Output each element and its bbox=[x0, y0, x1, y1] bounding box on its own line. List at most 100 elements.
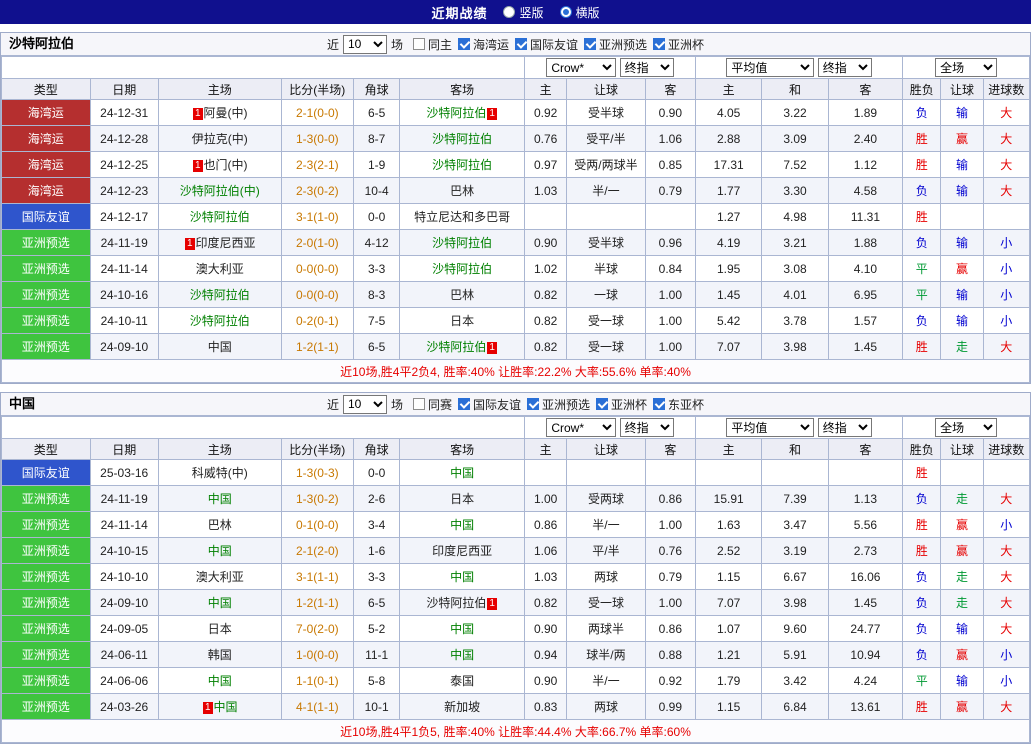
checkbox-checked-icon[interactable] bbox=[527, 398, 539, 410]
result-goals: 大 bbox=[983, 178, 1029, 204]
competition-type: 海湾运 bbox=[2, 100, 91, 126]
layout-option-horizontal[interactable]: 横版 bbox=[560, 4, 600, 21]
match-date: 24-11-14 bbox=[90, 512, 158, 538]
team-name-text: 沙特阿拉伯 bbox=[432, 158, 492, 172]
competition-type: 海湾运 bbox=[2, 178, 91, 204]
match-row: 亚洲预选24-09-05日本7-0(2-0)5-2中国0.90两球半0.861.… bbox=[2, 616, 1030, 642]
away-team: 日本 bbox=[400, 308, 525, 334]
filter-checkbox-国际友谊[interactable]: 国际友谊 bbox=[515, 36, 578, 53]
home-team: 沙特阿拉伯(中) bbox=[158, 178, 281, 204]
filter-checkbox-同赛[interactable]: 同赛 bbox=[413, 396, 452, 413]
col-result-wdl: 胜负 bbox=[903, 439, 941, 460]
match-scope-select[interactable]: 全场 bbox=[935, 58, 997, 77]
filter-checkbox-国际友谊[interactable]: 国际友谊 bbox=[458, 396, 521, 413]
away-team: 沙特阿拉伯 bbox=[400, 256, 525, 282]
corner-count: 0-0 bbox=[354, 204, 400, 230]
away-team: 沙特阿拉伯 bbox=[400, 126, 525, 152]
checkbox-unchecked-icon[interactable] bbox=[413, 398, 425, 410]
checkbox-checked-icon[interactable] bbox=[584, 38, 596, 50]
team-name-text: 中国 bbox=[208, 544, 232, 558]
average-select[interactable]: 平均值 bbox=[726, 418, 814, 437]
red-card-badge: 1 bbox=[487, 108, 497, 120]
average-odds-group: 平均值 终指 bbox=[695, 57, 902, 79]
team-name-text: 日本 bbox=[450, 492, 474, 506]
col-home: 主场 bbox=[158, 79, 281, 100]
team-name-text: 沙特阿拉伯 bbox=[432, 132, 492, 146]
corner-count: 7-5 bbox=[354, 308, 400, 334]
result-wdl: 胜 bbox=[903, 204, 941, 230]
result-wdl: 平 bbox=[903, 256, 941, 282]
vertical-radio-icon[interactable] bbox=[503, 6, 515, 18]
section-china: 中国 近 10 场 同赛国际友谊亚洲预选亚洲杯东亚杯 Crow* bbox=[0, 392, 1031, 744]
match-date: 24-11-14 bbox=[90, 256, 158, 282]
result-wdl: 负 bbox=[903, 564, 941, 590]
filter-checkbox-亚洲预选[interactable]: 亚洲预选 bbox=[584, 36, 647, 53]
competition-type: 亚洲预选 bbox=[2, 334, 91, 360]
layout-option-vertical[interactable]: 竖版 bbox=[503, 4, 543, 21]
col-crow-home: 主 bbox=[525, 439, 567, 460]
odds-time-select[interactable]: 终指 bbox=[620, 418, 674, 437]
avg-away-odds: 13.61 bbox=[828, 694, 902, 720]
crow-home-odds: 0.90 bbox=[525, 616, 567, 642]
checkbox-checked-icon[interactable] bbox=[596, 398, 608, 410]
average-select[interactable]: 平均值 bbox=[726, 58, 814, 77]
odds-time-select[interactable]: 终指 bbox=[620, 58, 674, 77]
avg-draw-odds: 3.21 bbox=[762, 230, 828, 256]
team-name-text: 中国 bbox=[450, 466, 474, 480]
match-scope-select[interactable]: 全场 bbox=[935, 418, 997, 437]
checkbox-checked-icon[interactable] bbox=[653, 398, 665, 410]
crow-handicap: 半/一 bbox=[567, 178, 645, 204]
recent-count-select[interactable]: 10 bbox=[343, 395, 387, 414]
home-team: 日本 bbox=[158, 616, 281, 642]
filter-checkbox-亚洲杯[interactable]: 亚洲杯 bbox=[596, 396, 647, 413]
result-wdl: 负 bbox=[903, 230, 941, 256]
checkbox-checked-icon[interactable] bbox=[458, 38, 470, 50]
filter-suffix: 场 bbox=[391, 396, 403, 413]
col-away: 客场 bbox=[400, 79, 525, 100]
avg-draw-odds: 3.47 bbox=[762, 512, 828, 538]
checkbox-checked-icon[interactable] bbox=[515, 38, 527, 50]
avg-home-odds: 1.27 bbox=[695, 204, 761, 230]
filter-checkbox-亚洲杯[interactable]: 亚洲杯 bbox=[653, 36, 704, 53]
result-wdl: 平 bbox=[903, 668, 941, 694]
crow-handicap: 受半球 bbox=[567, 230, 645, 256]
corner-count: 0-0 bbox=[354, 460, 400, 486]
crow-home-odds: 0.92 bbox=[525, 100, 567, 126]
team-name-text: 中国 bbox=[450, 648, 474, 662]
avg-draw-odds: 3.22 bbox=[762, 100, 828, 126]
match-date: 24-10-16 bbox=[90, 282, 158, 308]
filter-checkbox-同主[interactable]: 同主 bbox=[413, 36, 452, 53]
checkbox-checked-icon[interactable] bbox=[653, 38, 665, 50]
home-team: 韩国 bbox=[158, 642, 281, 668]
competition-type: 海湾运 bbox=[2, 126, 91, 152]
team-name-text: 沙特阿拉伯 bbox=[190, 210, 250, 224]
competition-filters: 同主海湾运国际友谊亚洲预选亚洲杯 bbox=[413, 36, 704, 53]
recent-count-select[interactable]: 10 bbox=[343, 35, 387, 54]
home-team: 中国 bbox=[158, 486, 281, 512]
match-date: 24-10-11 bbox=[90, 308, 158, 334]
filter-checkbox-东亚杯[interactable]: 东亚杯 bbox=[653, 396, 704, 413]
horizontal-radio-icon[interactable] bbox=[560, 6, 572, 18]
filter-checkbox-亚洲预选[interactable]: 亚洲预选 bbox=[527, 396, 590, 413]
blank-cell bbox=[2, 57, 525, 79]
result-goals: 大 bbox=[983, 100, 1029, 126]
crow-handicap: 受两/两球半 bbox=[567, 152, 645, 178]
checkbox-checked-icon[interactable] bbox=[458, 398, 470, 410]
topbar: 近期战绩 竖版 横版 bbox=[0, 0, 1031, 24]
team-name-text: 伊拉克(中) bbox=[192, 132, 248, 146]
match-score: 1-2(1-1) bbox=[281, 334, 353, 360]
checkbox-unchecked-icon[interactable] bbox=[413, 38, 425, 50]
corner-count: 11-1 bbox=[354, 642, 400, 668]
crow-handicap bbox=[567, 460, 645, 486]
average-time-select[interactable]: 终指 bbox=[818, 418, 872, 437]
result-wdl: 胜 bbox=[903, 334, 941, 360]
avg-home-odds bbox=[695, 460, 761, 486]
average-time-select[interactable]: 终指 bbox=[818, 58, 872, 77]
summary-text: 近10场,胜4平1负5, 胜率:40% 让胜率:44.4% 大率:66.7% 单… bbox=[2, 720, 1030, 743]
corner-count: 2-6 bbox=[354, 486, 400, 512]
team-name-text: 沙特阿拉伯 bbox=[190, 314, 250, 328]
filter-checkbox-海湾运[interactable]: 海湾运 bbox=[458, 36, 509, 53]
odds-source-select[interactable]: Crow* bbox=[546, 58, 616, 77]
result-goals: 大 bbox=[983, 126, 1029, 152]
odds-source-select[interactable]: Crow* bbox=[546, 418, 616, 437]
